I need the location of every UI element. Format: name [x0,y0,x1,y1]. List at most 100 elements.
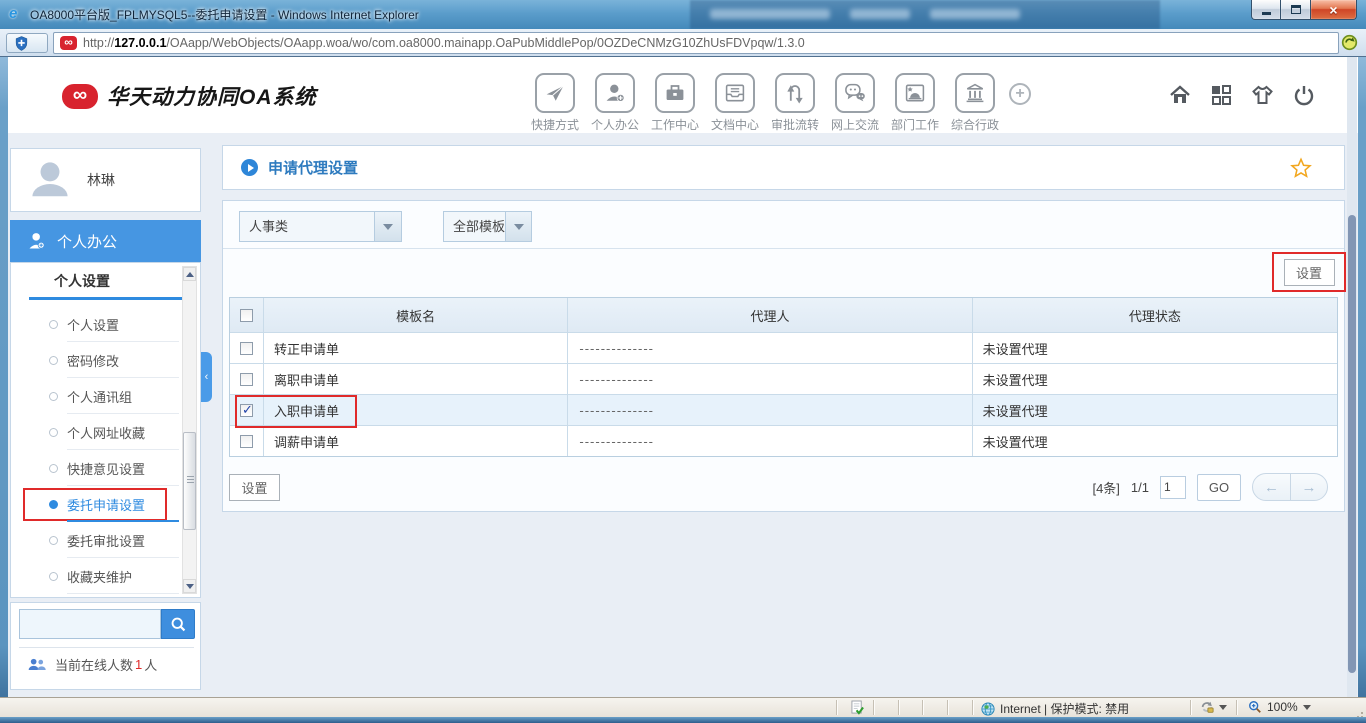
sidebar-section-personal-office[interactable]: 个人办公 [10,220,201,262]
select-all-checkbox[interactable] [240,309,253,322]
search-input[interactable] [19,609,161,639]
sidebar-item-delegate-approval-settings[interactable]: 委托审批设置 [11,522,183,558]
nav-item-online-chat[interactable]: 网上交流 [825,73,885,133]
main-panel: 人事类 全部模板 设置 模板名 代理人 代理状态 [222,200,1345,512]
person-white-icon [27,231,47,251]
online-count: 1 [135,657,142,672]
tshirt-icon[interactable] [1250,83,1275,107]
sidebar-item-password-change[interactable]: 密码修改 [11,342,183,378]
bullet-icon [49,356,58,365]
nav-item-administration[interactable]: 综合行政 [945,73,1005,133]
nav-item-department-work[interactable]: 部门工作 [885,73,945,133]
page-number-input[interactable] [1160,476,1186,499]
category-dropdown[interactable]: 人事类 [239,211,402,242]
ie-logo-icon: e [9,5,17,22]
cell-status: 未设置代理 [973,426,1337,456]
compat-view-control[interactable] [1200,700,1227,714]
row-checkbox[interactable] [240,435,253,448]
chevron-down-icon [374,212,401,241]
zoom-icon [1248,700,1262,714]
avatar [27,157,73,203]
bullet-icon [49,536,58,545]
prev-page-arrow-icon[interactable]: ← [1253,474,1290,500]
caret-down-icon [1219,705,1227,710]
cell-agent: -------------- [568,364,972,394]
next-page-arrow-icon[interactable]: → [1290,474,1327,500]
bullet-icon [49,464,58,473]
window-border-bottom [0,717,1366,723]
page-scrollbar-thumb[interactable] [1348,215,1356,673]
sidebar-item-delegate-request-settings[interactable]: 委托申请设置 [11,486,183,522]
row-checkbox[interactable] [240,404,253,417]
scroll-up-button[interactable] [183,267,196,281]
cell-status: 未设置代理 [973,333,1337,363]
minimize-button[interactable] [1251,0,1281,20]
power-icon[interactable] [1292,83,1316,107]
online-suffix: 人 [144,655,157,674]
menu-group-title: 个人设置 [54,271,110,291]
zone-text: Internet | 保护模式: 禁用 [1000,700,1129,717]
user-name: 林琳 [87,170,115,190]
chat-bubbles-icon [835,73,875,113]
url-text: http://127.0.0.1/OAapp/WebObjects/OAapp.… [83,36,805,50]
refresh-button[interactable] [1341,34,1358,51]
nav-item-work-center[interactable]: 工作中心 [645,73,705,133]
scrollbar-thumb[interactable] [183,432,196,530]
search-button[interactable] [161,609,195,639]
cell-template-name: 入职申请单 [264,395,568,425]
sidebar-section-label: 个人办公 [57,231,117,252]
page-title-bar: 申请代理设置 [222,145,1345,190]
resize-grip[interactable] [1361,712,1363,714]
pagination: [4条] 1/1 GO ← → [1092,472,1328,502]
sidebar-scrollbar[interactable] [182,266,197,594]
sidebar-collapse-tab[interactable]: ‹ [201,352,212,402]
globe-icon [981,702,995,716]
section-arrow-icon [241,159,258,176]
bullet-icon [49,428,58,437]
sidebar-item-contact-groups[interactable]: 个人通讯组 [11,378,183,414]
maximize-icon [1291,5,1301,14]
favorite-star-icon[interactable] [1290,157,1312,179]
caret-down-icon [1303,705,1311,710]
go-button[interactable]: GO [1197,474,1241,501]
address-input[interactable]: ∞ http://127.0.0.1/OAapp/WebObjects/OAap… [53,32,1339,54]
nav-item-document-center[interactable]: 文档中心 [705,73,765,133]
page-info: 1/1 [1131,480,1149,495]
background-window-blur [690,0,1160,29]
pager-arrows: ← → [1252,473,1328,501]
close-button[interactable]: × [1310,0,1357,20]
total-count: [4条] [1092,478,1119,497]
zoom-control[interactable]: 100% [1248,700,1311,714]
set-button-bottom[interactable]: 设置 [229,474,280,501]
grid-icon[interactable] [1209,83,1233,107]
row-checkbox[interactable] [240,342,253,355]
more-apps-button[interactable]: + [1009,83,1031,105]
page-scrollbar[interactable] [1347,57,1357,697]
nav-item-approval-flow[interactable]: 审批流转 [765,73,825,133]
home-icon[interactable] [1168,83,1192,107]
scroll-down-button[interactable] [183,579,196,593]
sidebar-item-quick-opinions[interactable]: 快捷意见设置 [11,450,183,486]
window-border-left [0,57,8,697]
template-dropdown[interactable]: 全部模板 [443,211,532,242]
uturn-arrows-icon [775,73,815,113]
script-status-icon [851,700,864,715]
status-bar: Internet | 保护模式: 禁用 100% [0,697,1366,717]
page-title: 申请代理设置 [268,157,358,178]
bullet-icon [49,320,58,329]
table-header-row: 模板名 代理人 代理状态 [230,298,1337,332]
cell-agent: -------------- [568,333,972,363]
nav-item-shortcuts[interactable]: 快捷方式 [525,73,585,133]
row-checkbox[interactable] [240,373,253,386]
sidebar-item-url-favorites[interactable]: 个人网址收藏 [11,414,183,450]
set-button-top[interactable]: 设置 [1284,259,1335,286]
cell-template-name: 调薪申请单 [264,426,568,456]
shield-plus-icon [15,36,28,51]
department-board-icon [895,73,935,113]
zones-shield-button[interactable] [6,33,48,53]
sidebar-item-personal-settings[interactable]: 个人设置 [11,306,183,342]
sidebar-item-favorites-maintenance[interactable]: 收藏夹维护 [11,558,183,594]
nav-item-personal-office[interactable]: 个人办公 [585,73,645,133]
bullet-icon [49,500,58,509]
maximize-button[interactable] [1281,0,1310,20]
